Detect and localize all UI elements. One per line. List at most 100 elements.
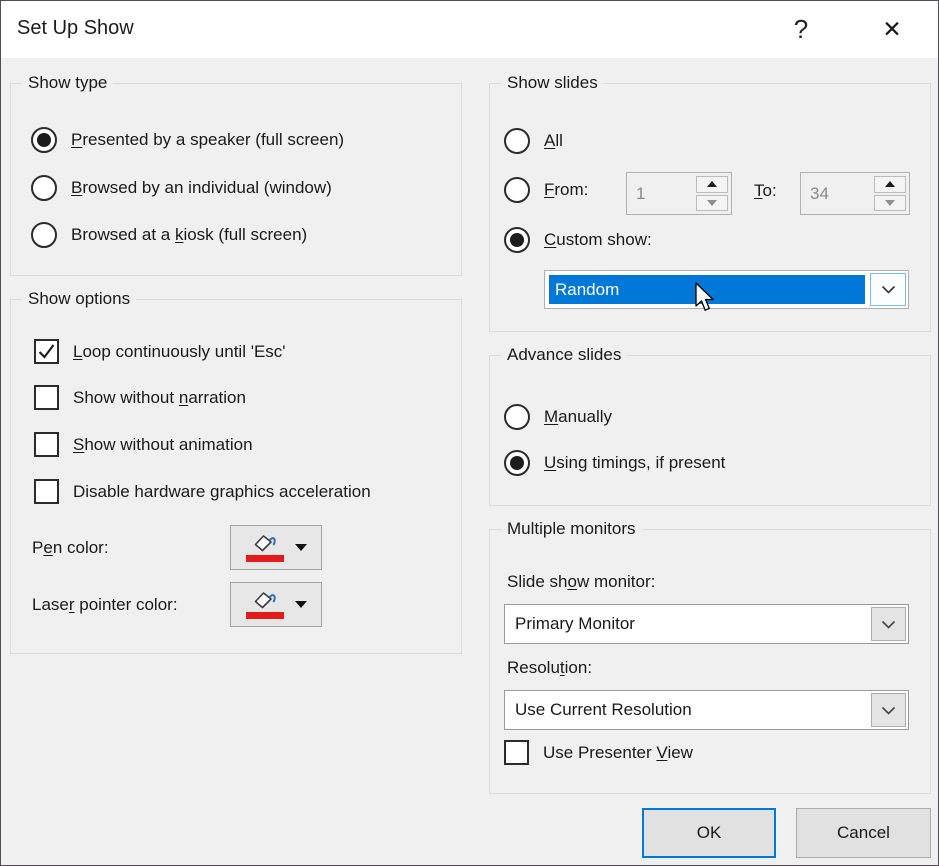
checkbox-icon[interactable] [504,740,529,765]
spinner-buttons [696,176,728,211]
radio-button-icon[interactable] [31,175,57,201]
spinner-down-button[interactable] [874,195,906,212]
radio-label[interactable]: Presented by a speaker (full screen) [71,130,344,150]
to-slide-spinner[interactable]: 34 [800,172,910,215]
from-slide-spinner[interactable]: 1 [626,172,732,215]
pen-color-button[interactable] [230,525,322,570]
checkbox-label[interactable]: Show without animation [73,435,253,455]
checkbox-icon[interactable] [34,385,59,410]
slide-show-monitor-value[interactable]: Primary Monitor [515,614,635,634]
resolution-dropdown-button[interactable] [871,693,906,727]
laser-color-swatch [246,612,284,619]
show-slides-group: Show slides All From: 1 To: 34 [489,83,931,332]
paint-bucket-icon [252,591,278,610]
resolution-combobox[interactable]: Use Current Resolution [504,690,909,730]
spinner-up-button[interactable] [874,176,906,193]
radio-button-icon[interactable] [504,227,530,253]
show-options-group-label: Show options [22,289,136,309]
show-options-group: Show options Loop continuously until 'Es… [10,299,462,654]
down-arrow-icon [707,200,717,206]
slide-show-monitor-combobox[interactable]: Primary Monitor [504,604,909,644]
radio-button-icon[interactable] [504,177,530,203]
radio-button-icon[interactable] [504,450,530,476]
checkbox-loop-continuously[interactable]: Loop continuously until 'Esc' [34,339,286,364]
checkbox-use-presenter-view[interactable]: Use Presenter View [504,740,693,765]
chevron-down-icon [881,706,896,715]
dropdown-arrow-icon [295,544,307,551]
chevron-down-icon [881,285,896,294]
radio-manually[interactable]: Manually [504,404,612,430]
radio-browsed-by-individual[interactable]: Browsed by an individual (window) [31,175,332,201]
multiple-monitors-group-label: Multiple monitors [501,519,642,539]
setup-show-dialog: Set Up Show ? ✕ Show type Presented by a… [0,0,939,866]
checkbox-disable-hardware-acceleration[interactable]: Disable hardware graphics acceleration [34,479,371,504]
checkbox-label[interactable]: Disable hardware graphics acceleration [73,482,371,502]
resolution-label: Resolution: [507,658,592,678]
slide-show-monitor-label: Slide show monitor: [507,572,655,592]
to-slide-value[interactable]: 34 [810,184,829,204]
advance-slides-group: Advance slides Manually Using timings, i… [489,355,931,506]
paint-bucket-icon [252,534,278,553]
multiple-monitors-group: Multiple monitors Slide show monitor: Pr… [489,529,931,794]
radio-label[interactable]: Custom show: [544,230,652,250]
to-label: To: [754,181,777,201]
checkbox-label[interactable]: Use Presenter View [543,743,693,763]
ok-button-label: OK [697,823,722,843]
dropdown-arrow-icon [295,601,307,608]
checkbox-label[interactable]: Loop continuously until 'Esc' [73,342,286,362]
show-type-group-label: Show type [22,73,113,93]
monitor-dropdown-button[interactable] [871,607,906,641]
checkbox-show-without-animation[interactable]: Show without animation [34,432,253,457]
show-slides-group-label: Show slides [501,73,604,93]
chevron-down-icon [881,620,896,629]
pen-color-label: Pen color: [32,538,109,558]
pen-color-swatch [246,555,284,562]
help-button[interactable]: ? [776,1,826,58]
checkbox-icon[interactable] [34,339,59,364]
custom-show-combobox[interactable]: Random [544,270,909,309]
custom-show-dropdown-button[interactable] [870,273,906,306]
radio-button-icon[interactable] [504,128,530,154]
title-bar: Set Up Show ? ✕ [1,1,938,58]
help-icon: ? [794,14,808,45]
radio-label[interactable]: All [544,131,563,151]
pen-color-preview [246,534,284,562]
checkbox-show-without-narration[interactable]: Show without narration [34,385,246,410]
radio-button-icon[interactable] [504,404,530,430]
down-arrow-icon [885,200,895,206]
laser-pointer-color-button[interactable] [230,582,322,627]
advance-slides-group-label: Advance slides [501,345,627,365]
cancel-button[interactable]: Cancel [796,808,931,858]
cancel-button-label: Cancel [837,823,890,843]
radio-button-icon[interactable] [31,222,57,248]
radio-label[interactable]: Manually [544,407,612,427]
custom-show-selected-value[interactable]: Random [549,275,865,304]
radio-all-slides[interactable]: All [504,128,563,154]
checkbox-icon[interactable] [34,479,59,504]
radio-label[interactable]: Using timings, if present [544,453,725,473]
resolution-value[interactable]: Use Current Resolution [515,700,692,720]
radio-label[interactable]: Browsed by an individual (window) [71,178,332,198]
radio-custom-show[interactable]: Custom show: [504,227,652,253]
spinner-down-button[interactable] [696,195,728,212]
checkbox-icon[interactable] [34,432,59,457]
check-icon [37,342,56,361]
dialog-title: Set Up Show [17,17,134,40]
checkbox-label[interactable]: Show without narration [73,388,246,408]
show-type-group: Show type Presented by a speaker (full s… [10,83,462,276]
radio-presented-by-speaker[interactable]: Presented by a speaker (full screen) [31,127,344,153]
radio-browsed-at-kiosk[interactable]: Browsed at a kiosk (full screen) [31,222,307,248]
close-icon: ✕ [882,16,901,43]
radio-button-icon[interactable] [31,127,57,153]
radio-using-timings[interactable]: Using timings, if present [504,450,725,476]
radio-from-slides[interactable]: From: [504,177,588,203]
spinner-buttons [874,176,906,211]
spinner-up-button[interactable] [696,176,728,193]
up-arrow-icon [885,181,895,187]
close-button[interactable]: ✕ [863,1,921,58]
from-slide-value[interactable]: 1 [636,184,645,204]
ok-button[interactable]: OK [642,808,776,858]
radio-label[interactable]: Browsed at a kiosk (full screen) [71,225,307,245]
laser-color-preview [246,591,284,619]
radio-label[interactable]: From: [544,180,588,200]
